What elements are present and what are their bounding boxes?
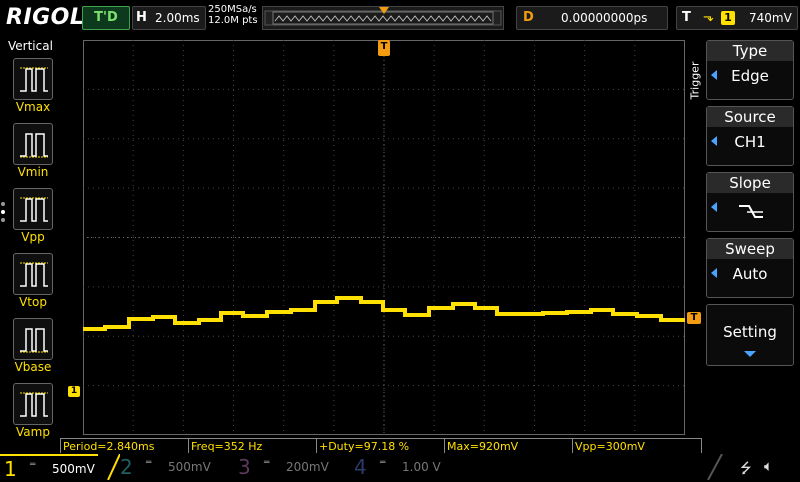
softkey-trigger-slope[interactable]: Slope	[706, 172, 794, 232]
trigger-level-value: 740mV	[749, 11, 792, 25]
softkey-value: Edge	[731, 67, 769, 85]
brand-logo: RIGOL	[6, 5, 85, 30]
measure-item-vmin[interactable]: Vmin	[10, 123, 56, 183]
falling-edge-icon: ⬎	[703, 10, 714, 25]
measurement-max[interactable]: Max=920mV	[444, 438, 572, 453]
trigger-level-marker[interactable]: T	[687, 312, 701, 324]
horizontal-letter: H	[136, 10, 147, 25]
dc-coupling-icon: ═	[380, 458, 386, 468]
measure-item-vpp[interactable]: Vpp	[10, 188, 56, 248]
softkey-title: Sweep	[707, 239, 793, 259]
top-status-bar: RIGOL T'D H 2.00ms 250MSa/s 12.0M pts D …	[0, 0, 800, 36]
measure-item-vbase[interactable]: Vbase	[10, 318, 56, 378]
trigger-menu-tab: Trigger	[687, 40, 705, 132]
chevron-down-icon	[744, 351, 756, 357]
measurement-vpp[interactable]: Vpp=300mV	[572, 438, 702, 453]
vmax-icon	[13, 58, 53, 100]
memory-trigger-marker	[379, 7, 389, 14]
vamp-icon	[13, 383, 53, 425]
trigger-status[interactable]: T ⬎ 1 740mV	[676, 6, 798, 30]
channel-scale: 1.00 V	[402, 460, 441, 474]
softkey-trigger-type[interactable]: Type Edge	[706, 40, 794, 100]
measure-item-vtop[interactable]: Vtop	[10, 253, 56, 313]
measurement-frequency[interactable]: Freq=352 Hz	[188, 438, 316, 453]
measure-item-label: Vmax	[15, 100, 51, 114]
waveform-display[interactable]	[83, 40, 685, 435]
menu-arrow-icon	[711, 202, 717, 212]
horizontal-timebase[interactable]: H 2.00ms	[132, 6, 206, 30]
channel-1-status[interactable]: 1 ═ 500mV	[0, 454, 110, 482]
channel-2-status[interactable]: 2 ═ 500mV	[116, 454, 226, 480]
memory-depth: 12.0M pts	[208, 15, 258, 26]
channel1-ground-marker[interactable]: 1	[68, 386, 80, 397]
softkey-trigger-sweep[interactable]: Sweep Auto	[706, 238, 794, 298]
trigger-level-label: T	[690, 312, 698, 323]
falling-edge-icon	[739, 205, 763, 218]
channel1-ground-label: 1	[70, 386, 78, 396]
speaker-mute-icon[interactable]: 🔈︎	[764, 457, 773, 475]
softkey-value: CH1	[734, 133, 766, 151]
measure-item-label: Vmin	[17, 165, 49, 179]
softkey-value: Auto	[732, 265, 768, 283]
channel-scale: 200mV	[286, 460, 329, 474]
softkey-trigger-source[interactable]: Source CH1	[706, 106, 794, 166]
vmin-icon	[13, 123, 53, 165]
acquisition-info: 250MSa/s 12.0M pts	[208, 4, 258, 26]
trigger-tab-label: Trigger	[688, 61, 702, 100]
measure-category-title: Vertical	[8, 39, 53, 53]
softkey-trigger-setting[interactable]: Setting	[706, 304, 794, 366]
measure-item-vmax[interactable]: Vmax	[10, 58, 56, 118]
channel-scale: 500mV	[168, 460, 211, 474]
status-divider	[707, 454, 723, 480]
delay-value: 0.00000000ps	[561, 11, 648, 25]
softkey-title: Source	[707, 107, 793, 127]
trigger-position-label: T	[380, 41, 388, 52]
dc-coupling-icon: ═	[264, 458, 270, 468]
measurement-period[interactable]: Period=2.840ms	[60, 438, 188, 453]
trigger-letter: T	[682, 10, 691, 25]
memory-overview-bar[interactable]	[262, 6, 504, 30]
channel-number: 4	[354, 455, 367, 479]
channel-number: 2	[120, 455, 133, 479]
measure-item-label: Vamp	[16, 425, 50, 439]
delay-letter: D	[523, 10, 534, 25]
usb-icon: ⭍	[740, 461, 752, 477]
channel-3-status[interactable]: 3 ═ 200mV	[234, 454, 344, 480]
sample-rate: 250MSa/s	[208, 4, 257, 15]
measure-item-vamp[interactable]: Vamp	[10, 383, 56, 443]
channel-status-bar: 1 ═ 500mV 2 ═ 500mV 3 ═ 200mV 4 ═ 1.00 V	[0, 454, 800, 482]
horizontal-delay[interactable]: D 0.00000000ps	[516, 6, 668, 30]
dc-coupling-icon: ═	[146, 458, 152, 468]
measure-item-label: Vpp	[21, 230, 45, 244]
menu-page-indicator	[1, 202, 7, 226]
measure-item-label: Vbase	[14, 360, 52, 374]
dc-coupling-icon: ═	[30, 460, 36, 470]
channel-4-status[interactable]: 4 ═ 1.00 V	[350, 454, 460, 480]
softkey-title: Slope	[707, 173, 793, 193]
softkey-value: Setting	[723, 323, 777, 341]
measure-item-label: Vtop	[19, 295, 47, 309]
trigger-position-marker[interactable]: T	[378, 40, 390, 56]
channel-number: 1	[4, 457, 17, 481]
vtop-icon	[13, 253, 53, 295]
channel-scale: 500mV	[52, 462, 95, 476]
channel-number: 3	[238, 455, 251, 479]
vpp-icon	[13, 188, 53, 230]
run-status[interactable]: T'D	[82, 6, 130, 30]
trigger-source-badge: 1	[721, 11, 735, 25]
vbase-icon	[13, 318, 53, 360]
measurement-duty[interactable]: +Duty=97.18 %	[316, 438, 444, 453]
softkey-title: Type	[707, 41, 793, 61]
timebase-value: 2.00ms	[155, 11, 200, 25]
